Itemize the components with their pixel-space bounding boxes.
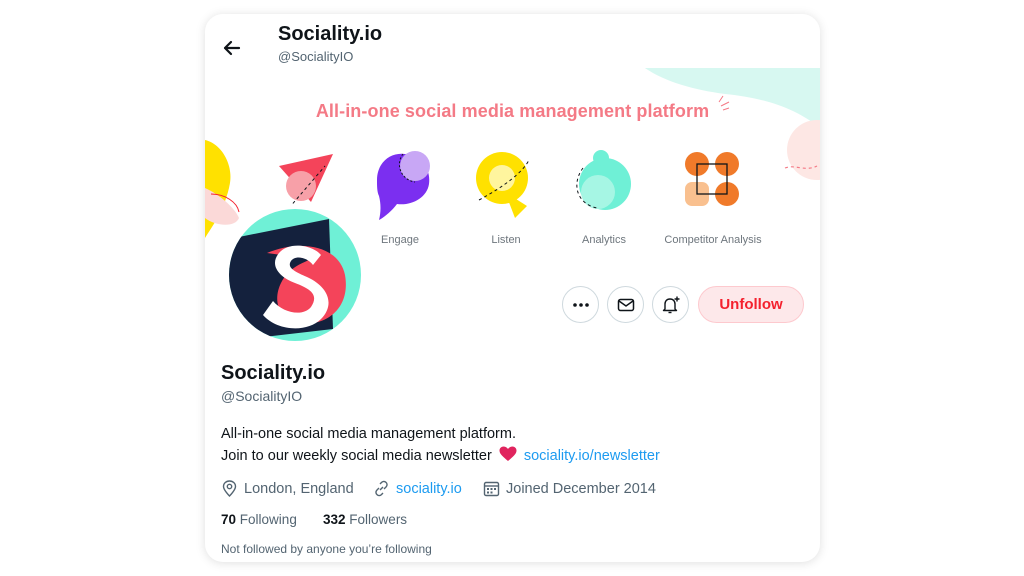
banner-tagline: All-in-one social media management platf…	[315, 101, 710, 121]
profile-header: Sociality.io @SocialityIO	[205, 14, 820, 68]
more-button[interactable]	[562, 286, 599, 323]
more-horizontal-icon	[572, 302, 589, 307]
website-link[interactable]: sociality.io	[396, 481, 462, 497]
message-button[interactable]	[607, 286, 644, 323]
back-button[interactable]	[217, 34, 245, 62]
calendar-icon	[483, 481, 500, 497]
notifications-button[interactable]	[652, 286, 689, 323]
following-label: Following	[239, 512, 297, 527]
followers-count: 332	[323, 512, 346, 527]
feature-label-listen: Listen	[491, 234, 521, 246]
following-count: 70	[221, 512, 237, 527]
feature-label-competitor-analysis: Competitor Analysis	[664, 234, 762, 246]
join-date-text: Joined December 2014	[506, 480, 656, 497]
profile-card: Sociality.io @SocialityIO All-in-one soc…	[205, 14, 820, 562]
location-text: London, England	[244, 480, 354, 497]
arrow-left-icon	[223, 40, 241, 56]
location-pin-icon	[222, 480, 237, 497]
heart-icon	[499, 446, 517, 461]
location: London, England	[221, 480, 354, 497]
bio-text: Join to our weekly social media newslett…	[221, 448, 492, 464]
unfollow-button[interactable]: Unfollow	[698, 286, 804, 323]
newsletter-link[interactable]: sociality.io/newsletter	[524, 448, 660, 464]
bell-plus-icon	[662, 296, 679, 313]
link-icon	[375, 480, 388, 497]
profile-name: Sociality.io	[221, 362, 326, 384]
website: sociality.io	[373, 480, 462, 497]
envelope-icon	[617, 298, 634, 311]
header-title: Sociality.io	[278, 23, 383, 45]
bio-line-1: All-in-one social media management platf…	[221, 426, 516, 442]
followers-link[interactable]: 332 Followers	[323, 512, 407, 527]
join-date: Joined December 2014	[483, 480, 656, 497]
bio-line-2: Join to our weekly social media newslett…	[221, 446, 660, 464]
avatar[interactable]	[225, 205, 365, 345]
following-link[interactable]: 70 Following	[221, 512, 297, 527]
feature-label-analytics: Analytics	[581, 234, 627, 246]
followed-by-note: Not followed by anyone you’re following	[221, 542, 432, 556]
sociality-logo	[229, 209, 361, 341]
profile-handle: @SocialityIO	[221, 388, 303, 404]
followers-label: Followers	[349, 512, 408, 527]
feature-label-engage: Engage	[381, 234, 419, 246]
header-handle: @SocialityIO	[278, 49, 354, 64]
